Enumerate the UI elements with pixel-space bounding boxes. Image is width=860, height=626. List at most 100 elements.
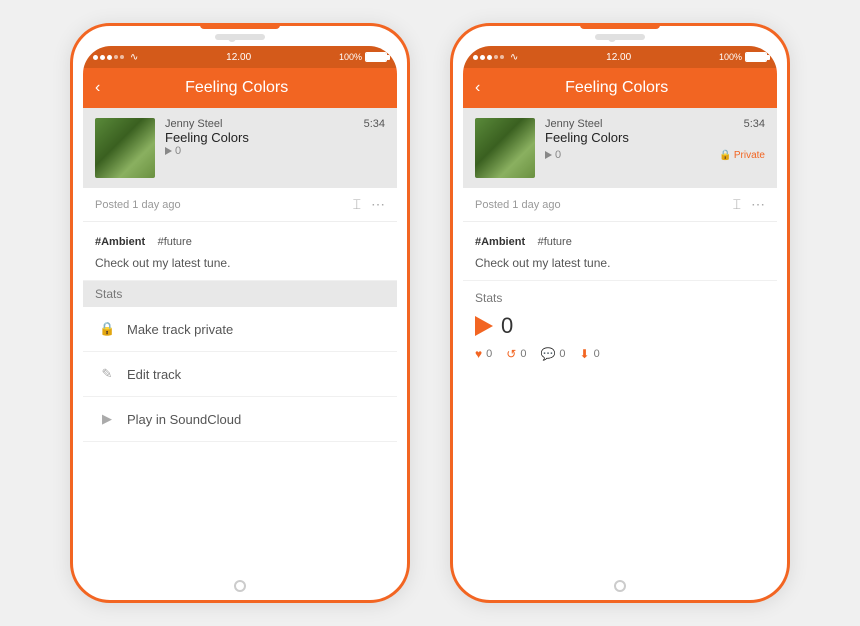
menu-item-edit[interactable]: ✎ Edit track (83, 352, 397, 397)
stats-title-partial: Stats (95, 287, 385, 301)
lock-icon-small: 🔒 (719, 150, 731, 161)
battery-bar (365, 52, 387, 62)
track-name-left: Feeling Colors (165, 130, 249, 145)
share-icon-left[interactable]: ⌶ (353, 196, 361, 213)
dot4r (494, 55, 498, 59)
track-thumbnail-left (95, 118, 155, 178)
back-button-right[interactable]: ‹ (475, 79, 480, 97)
app-title-right: Feeling Colors (488, 79, 745, 97)
tags-row-left: #Ambient #future (95, 232, 385, 250)
signal-dots-r: ∿ (473, 52, 518, 63)
private-label: Private (734, 150, 765, 161)
more-icon-right[interactable]: ⋯ (751, 196, 765, 213)
signal-dots: ∿ (93, 52, 138, 63)
track-info-left: Jenny Steel Feeling Colors 5:34 0 (165, 118, 385, 157)
menu-item-play-label: Play in SoundCloud (127, 412, 241, 427)
stat-downloads: ⬇ 0 (580, 347, 600, 361)
speaker-bar (215, 34, 265, 40)
reposts-count: 0 (520, 348, 526, 360)
home-button-right[interactable] (614, 580, 626, 592)
stats-play-count: 0 (501, 313, 513, 339)
download-icon: ⬇ (580, 347, 590, 361)
description-right: Check out my latest tune. (475, 256, 765, 270)
track-card-right: Jenny Steel Feeling Colors 5:34 0 � (463, 108, 777, 188)
stats-play-row: 0 (475, 313, 765, 339)
phone-btn-power-r (787, 146, 790, 196)
left-phone: ∿ 12.00 100% ‹ Feeling Colors (70, 23, 410, 603)
lock-icon: 🔒 (99, 321, 115, 337)
left-phone-screen: ∿ 12.00 100% ‹ Feeling Colors (83, 46, 397, 580)
tags-row-right: #Ambient #future (475, 232, 765, 250)
dot5 (120, 55, 124, 59)
status-bar-left: ∿ 12.00 100% (83, 46, 397, 68)
posted-row-left: Posted 1 day ago ⌶ ⋯ (83, 188, 397, 222)
play-icon-menu: ▶ (99, 411, 115, 427)
stats-title-right: Stats (475, 291, 765, 305)
speaker-bar-r (595, 34, 645, 40)
back-button-left[interactable]: ‹ (95, 79, 100, 97)
right-phone: ∿ 12.00 100% ‹ Feeling Colors (450, 23, 790, 603)
track-plays-left: 0 (165, 145, 385, 157)
track-plays-right: 0 (545, 149, 561, 161)
posted-time-left: Posted 1 day ago (95, 199, 181, 211)
right-phone-screen: ∿ 12.00 100% ‹ Feeling Colors (463, 46, 777, 580)
tag-primary-left[interactable]: #Ambient (95, 236, 145, 248)
menu-item-private-label: Make track private (127, 322, 233, 337)
phone-btn-mute-r (450, 126, 453, 156)
battery-fill-r (746, 53, 766, 61)
phone-btn-vol-down-r (450, 221, 453, 261)
status-time-r: 12.00 (606, 52, 631, 63)
app-header-left: ‹ Feeling Colors (83, 68, 397, 108)
more-icon-left[interactable]: ⋯ (371, 196, 385, 213)
stat-comments: 💬 0 (540, 347, 565, 361)
share-icon-right[interactable]: ⌶ (733, 196, 741, 213)
action-icons-right: ⌶ ⋯ (733, 196, 765, 213)
downloads-count: 0 (594, 348, 600, 360)
tag-secondary-right[interactable]: #future (538, 236, 572, 248)
track-info-right: Jenny Steel Feeling Colors 5:34 0 � (545, 118, 765, 161)
front-camera (228, 34, 236, 42)
dot5r (500, 55, 504, 59)
battery-indicator-r: 100% (719, 52, 767, 62)
battery-bar-r (745, 52, 767, 62)
menu-item-private[interactable]: 🔒 Make track private (83, 307, 397, 352)
edit-icon: ✎ (99, 366, 115, 382)
tags-section-left: #Ambient #future Check out my latest tun… (83, 222, 397, 281)
dot1 (93, 55, 98, 60)
home-button-left[interactable] (234, 580, 246, 592)
menu-section-left: 🔒 Make track private ✎ Edit track ▶ Play… (83, 307, 397, 442)
repost-icon: ↺ (506, 347, 516, 361)
tag-primary-right[interactable]: #Ambient (475, 236, 525, 248)
track-card-left: Jenny Steel Feeling Colors 5:34 0 (83, 108, 397, 188)
phone-btn-mute (70, 126, 73, 156)
tag-secondary-left[interactable]: #future (158, 236, 192, 248)
track-row-left: Jenny Steel Feeling Colors 5:34 0 (95, 118, 385, 178)
description-left: Check out my latest tune. (95, 256, 385, 270)
comment-icon: 💬 (540, 347, 555, 361)
page-container: ∿ 12.00 100% ‹ Feeling Colors (0, 0, 860, 626)
phone-btn-vol-down (70, 221, 73, 261)
wifi-icon-r: ∿ (510, 52, 518, 63)
phone-btn-vol-up (70, 171, 73, 211)
app-header-right: ‹ Feeling Colors (463, 68, 777, 108)
action-icons-left: ⌶ ⋯ (353, 196, 385, 213)
track-artist-right: Jenny Steel (545, 118, 629, 130)
stats-icons-row: ♥ 0 ↺ 0 💬 0 ⬇ 0 (475, 347, 765, 361)
posted-row-right: Posted 1 day ago ⌶ ⋯ (463, 188, 777, 222)
dot2r (480, 55, 485, 60)
status-time: 12.00 (226, 52, 251, 63)
track-name-right: Feeling Colors (545, 130, 629, 145)
menu-item-play[interactable]: ▶ Play in SoundCloud (83, 397, 397, 442)
menu-item-edit-label: Edit track (127, 367, 181, 382)
play-icon-right (545, 151, 552, 159)
track-duration-right: 5:34 (744, 118, 765, 130)
tags-section-right: #Ambient #future Check out my latest tun… (463, 222, 777, 281)
phone-btn-power (407, 146, 410, 196)
dot4 (114, 55, 118, 59)
stats-overlay-left: Stats (83, 281, 397, 307)
stat-likes: ♥ 0 (475, 347, 492, 361)
private-badge: 🔒 Private (719, 150, 765, 161)
battery-indicator: 100% (339, 52, 387, 62)
dot2 (100, 55, 105, 60)
stat-reposts: ↺ 0 (506, 347, 526, 361)
